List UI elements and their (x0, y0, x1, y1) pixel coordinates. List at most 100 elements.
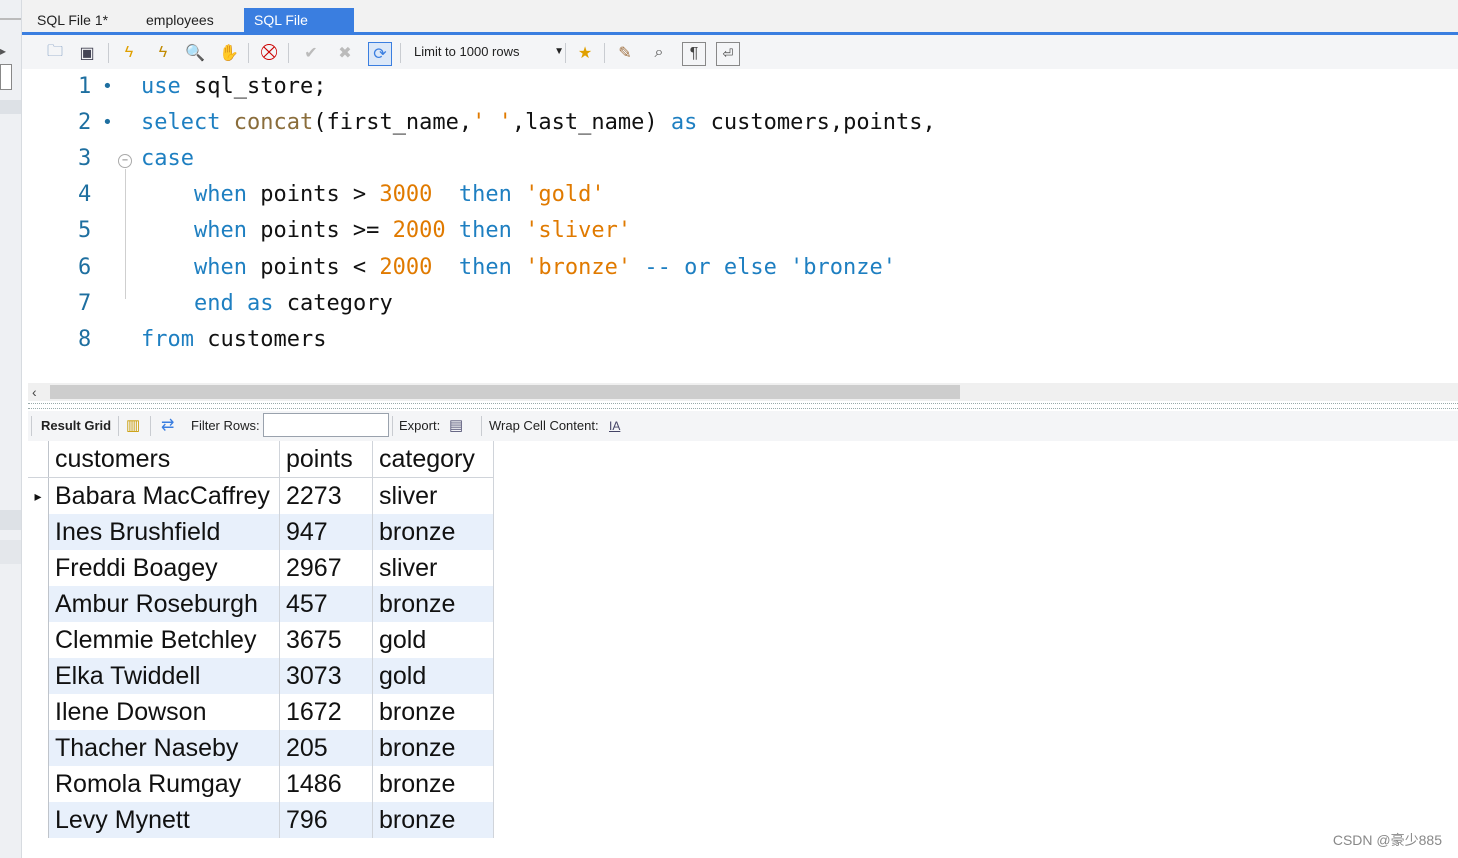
toolbar-separator (108, 43, 109, 63)
row-selector[interactable] (28, 514, 49, 550)
scrollbar-thumb[interactable] (50, 385, 960, 399)
scroll-left-icon[interactable]: ‹ (32, 383, 46, 401)
table-row[interactable]: Elka Twiddell 3073 gold (28, 658, 494, 694)
panel-splitter[interactable] (28, 403, 1458, 409)
cell-customer[interactable]: Romola Rumgay (48, 766, 280, 802)
side-panel-box[interactable] (0, 64, 12, 90)
toolbar-separator (118, 416, 119, 436)
cell-points[interactable]: 3675 (279, 622, 373, 658)
column-header[interactable]: category (372, 441, 494, 478)
row-selector[interactable] (28, 730, 49, 766)
table-row[interactable]: Clemmie Betchley 3675 gold (28, 622, 494, 658)
row-selector[interactable] (28, 658, 49, 694)
tab-sql-file-1[interactable]: SQL File 1* (27, 8, 118, 32)
cell-category[interactable]: bronze (372, 514, 494, 550)
table-row[interactable]: Thacher Naseby 205 bronze (28, 730, 494, 766)
table-row[interactable]: Freddi Boagey 2967 sliver (28, 550, 494, 586)
cell-points[interactable]: 947 (279, 514, 373, 550)
export-icon[interactable]: ▤ (449, 417, 463, 435)
result-grid-label[interactable]: Result Grid (41, 417, 111, 435)
cell-category[interactable]: gold (372, 622, 494, 658)
row-selector[interactable] (28, 802, 49, 838)
cell-points[interactable]: 2967 (279, 550, 373, 586)
cell-customer[interactable]: Thacher Naseby (48, 730, 280, 766)
row-selector[interactable] (28, 622, 49, 658)
commit-icon[interactable]: ✔ (300, 42, 322, 64)
row-selector[interactable] (28, 766, 49, 802)
cell-category[interactable]: sliver (372, 477, 494, 514)
table-row[interactable]: Ines Brushfield 947 bronze (28, 514, 494, 550)
cell-points[interactable]: 205 (279, 730, 373, 766)
cell-points[interactable]: 457 (279, 586, 373, 622)
tab-label: employees (146, 12, 214, 28)
cell-customer[interactable]: Ines Brushfield (48, 514, 280, 550)
execute-current-icon[interactable]: ϟ (152, 42, 174, 64)
row-selector[interactable] (28, 694, 49, 730)
row-selector[interactable] (28, 550, 49, 586)
row-selector-header[interactable] (28, 441, 49, 478)
tab-employees[interactable]: employees (136, 8, 224, 32)
grid-view-icon[interactable]: ▥ (126, 417, 140, 435)
result-grid[interactable]: customers points category ▸ Babara MacCa… (28, 441, 494, 838)
cell-customer[interactable]: Freddi Boagey (48, 550, 280, 586)
find-icon[interactable]: ⌕ (648, 42, 670, 64)
wrap-icon[interactable]: ⏎ (716, 42, 740, 66)
open-folder-icon[interactable]: 🗀 (44, 42, 66, 64)
sql-editor[interactable]: − 1 • use sql_store; 2 • select concat(f… (28, 69, 1458, 382)
beautify-icon[interactable]: ✎ (614, 42, 636, 64)
table-row[interactable]: ▸ Babara MacCaffrey 2273 sliver (28, 477, 494, 514)
column-header[interactable]: customers (48, 441, 280, 478)
cell-category[interactable]: bronze (372, 730, 494, 766)
save-icon[interactable]: ▣ (76, 42, 98, 64)
limit-rows-select[interactable]: Limit to 1000 rows ▼ (410, 41, 564, 63)
cell-points[interactable]: 2273 (279, 477, 373, 514)
grid-header-row: customers points category (28, 441, 494, 478)
cell-category[interactable]: bronze (372, 694, 494, 730)
table-row[interactable]: Ambur Roseburgh 457 bronze (28, 586, 494, 622)
stop-icon[interactable]: ✋ (218, 42, 240, 64)
table-row[interactable]: Ilene Dowson 1672 bronze (28, 694, 494, 730)
cell-customer[interactable]: Elka Twiddell (48, 658, 280, 694)
side-panel-band (0, 100, 21, 114)
bookmark-icon[interactable]: ★ (574, 42, 596, 64)
execute-icon[interactable]: ϟ (118, 42, 140, 64)
cell-points[interactable]: 796 (279, 802, 373, 838)
filter-rows-input[interactable] (263, 413, 389, 437)
toggle-error-icon[interactable]: ⛒ (258, 42, 280, 64)
expand-arrow-icon[interactable]: ▸ (0, 44, 21, 58)
toolbar-separator (31, 416, 32, 436)
watermark: CSDN @豪少885 (1332, 832, 1442, 848)
toolbar-separator (481, 416, 482, 436)
cell-category[interactable]: bronze (372, 802, 494, 838)
refresh-icon[interactable]: ⇄ (161, 417, 174, 435)
current-row-arrow-icon[interactable]: ▸ (28, 477, 49, 514)
cell-customer[interactable]: Babara MacCaffrey (48, 477, 280, 514)
autocommit-icon[interactable]: ⟳ (368, 42, 392, 66)
line-number: 3 (78, 146, 92, 171)
column-header[interactable]: points (279, 441, 373, 478)
cell-points[interactable]: 1486 (279, 766, 373, 802)
wrap-cell-icon[interactable]: IA (609, 417, 620, 435)
cell-points[interactable]: 1672 (279, 694, 373, 730)
editor-tab-bar: SQL File 1* employees SQL File 2*✕ (22, 0, 1458, 52)
table-row[interactable]: Romola Rumgay 1486 bronze (28, 766, 494, 802)
row-selector[interactable] (28, 586, 49, 622)
cell-customer[interactable]: Ambur Roseburgh (48, 586, 280, 622)
cell-category[interactable]: sliver (372, 550, 494, 586)
cell-customer[interactable]: Levy Mynett (48, 802, 280, 838)
cell-points[interactable]: 3073 (279, 658, 373, 694)
chevron-down-icon: ▼ (554, 46, 564, 57)
explain-icon[interactable]: 🔍 (184, 42, 206, 64)
cell-customer[interactable]: Clemmie Betchley (48, 622, 280, 658)
line-number: 5 (78, 218, 92, 243)
rollback-icon[interactable]: ✖ (334, 42, 356, 64)
tab-sql-file-2[interactable]: SQL File 2*✕ (244, 8, 354, 52)
cell-category[interactable]: bronze (372, 586, 494, 622)
wrap-cell-label: Wrap Cell Content: (489, 418, 599, 433)
cell-customer[interactable]: Ilene Dowson (48, 694, 280, 730)
result-toolbar: Result Grid ▥ ⇄ Filter Rows: Export: ▤ W… (28, 411, 1458, 441)
invisible-chars-icon[interactable]: ¶ (682, 42, 706, 66)
cell-category[interactable]: bronze (372, 766, 494, 802)
table-row[interactable]: Levy Mynett 796 bronze (28, 802, 494, 838)
cell-category[interactable]: gold (372, 658, 494, 694)
